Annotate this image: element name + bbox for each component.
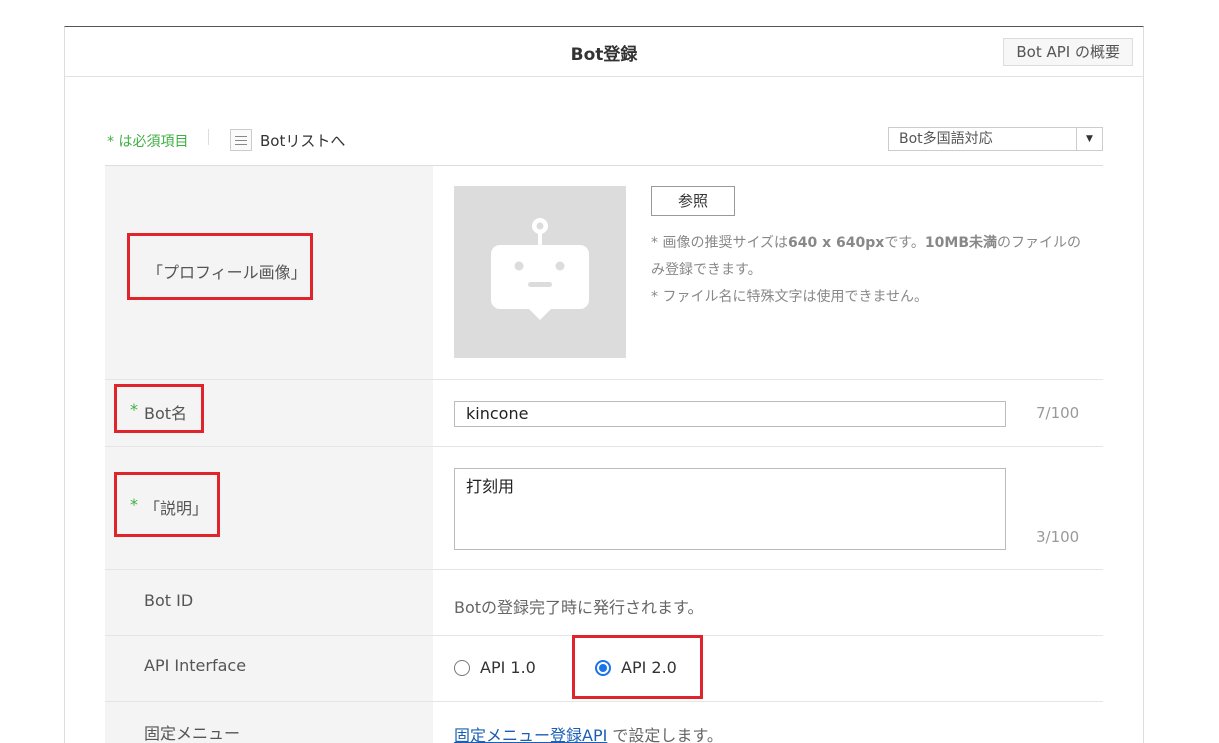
fixed-menu-label: 固定メニュー — [144, 724, 241, 743]
fixed-menu-label-cell: 固定メニュー — [105, 702, 433, 743]
description-textarea[interactable]: 打刻用 — [454, 468, 1006, 550]
api-interface-label-cell: API Interface — [105, 636, 433, 701]
bot-list-link[interactable]: Botリストへ — [230, 129, 345, 151]
bot-name-input[interactable]: kincone — [454, 401, 1006, 427]
bot-name-body: kincone 7/100 — [433, 380, 1103, 446]
description-body: 打刻用 3/100 — [433, 447, 1103, 569]
bot-name-counter: 7/100 — [1036, 404, 1080, 422]
bot-avatar-icon — [491, 218, 589, 320]
sub-toolbar: * は必須項目 Botリストへ Bot多国語対応 ▼ — [105, 125, 1103, 165]
fixed-menu-row: 固定メニュー 固定メニュー登録API で設定します。 — [105, 702, 1103, 743]
fixed-menu-body: 固定メニュー登録API で設定します。 — [433, 702, 1103, 743]
profile-image-body: 参照 * 画像の推奨サイズは640 x 640pxです。10MB未満のファイルの… — [433, 166, 1103, 379]
profile-image-row: 「プロフィール画像」 参照 * 画像の推奨サイズは640 x 640pxです。1… — [105, 166, 1103, 380]
browse-button[interactable]: 参照 — [651, 186, 735, 216]
radio-api-1[interactable]: API 1.0 — [454, 658, 536, 677]
fixed-menu-api-link[interactable]: 固定メニュー登録API — [454, 726, 607, 743]
radio-label: API 2.0 — [621, 658, 677, 677]
api-interface-body: API 1.0 API 2.0 — [433, 635, 1103, 701]
api-interface-row: API Interface API 1.0 API 2.0 — [105, 635, 1103, 702]
bot-id-label: Bot ID — [144, 591, 194, 610]
panel-header: Bot登録 Bot API の概要 — [65, 27, 1143, 77]
fixed-menu-text: 固定メニュー登録API で設定します。 — [454, 722, 723, 743]
profile-image-label-cell: 「プロフィール画像」 — [105, 166, 433, 379]
profile-image-hint: * 画像の推奨サイズは640 x 640pxです。10MB未満のファイルのみ登録… — [651, 230, 1091, 311]
profile-image-label: 「プロフィール画像」 — [147, 263, 307, 282]
radio-circle-selected — [595, 659, 611, 676]
description-counter: 3/100 — [1036, 528, 1080, 546]
language-select[interactable]: Bot多国語対応 ▼ — [888, 127, 1103, 151]
divider — [208, 129, 209, 145]
bot-id-value: Botの登録完了時に発行されます。 — [454, 598, 704, 617]
required-fields-note: * は必須項目 — [107, 134, 189, 150]
hint-filename: * ファイル名に特殊文字は使用できません。 — [651, 289, 929, 305]
bot-list-label: Botリストへ — [260, 131, 346, 150]
bot-id-label-cell: Bot ID — [105, 570, 433, 635]
hint-size: 640 x 640px — [788, 235, 885, 251]
language-select-value: Bot多国語対応 — [899, 131, 993, 147]
radio-label: API 1.0 — [480, 658, 536, 677]
description-label: 「説明」 — [144, 499, 209, 518]
hint-limit: 10MB未満 — [924, 235, 998, 251]
radio-circle — [454, 659, 470, 676]
bot-name-row: * Bot名 kincone 7/100 — [105, 380, 1103, 447]
bot-form: 「プロフィール画像」 参照 * 画像の推奨サイズは640 x 640pxです。1… — [105, 165, 1103, 743]
bot-id-body: Botの登録完了時に発行されます。 — [433, 570, 1103, 635]
radio-api-2[interactable]: API 2.0 — [595, 658, 677, 677]
bot-id-row: Bot ID Botの登録完了時に発行されます。 — [105, 570, 1103, 636]
hint-text: * 画像の推奨サイズは — [651, 235, 789, 251]
hint-text: です。 — [884, 235, 925, 251]
description-label-cell: * 「説明」 — [105, 447, 433, 569]
profile-image-preview — [454, 186, 626, 358]
chevron-down-icon: ▼ — [1076, 128, 1102, 150]
description-row: * 「説明」 打刻用 3/100 — [105, 447, 1103, 570]
list-icon — [230, 129, 252, 151]
required-mark: * — [130, 495, 138, 514]
bot-registration-panel: Bot登録 Bot API の概要 * は必須項目 Botリストへ Bot多国語… — [64, 26, 1144, 743]
fixed-menu-suffix: で設定します。 — [607, 726, 723, 743]
bot-name-label-cell: * Bot名 — [105, 380, 433, 446]
api-interface-label: API Interface — [144, 656, 247, 675]
required-mark: * — [130, 400, 138, 419]
bot-api-overview-button[interactable]: Bot API の概要 — [1003, 38, 1133, 66]
bot-name-label: Bot名 — [144, 404, 188, 423]
page-title: Bot登録 — [570, 45, 638, 65]
